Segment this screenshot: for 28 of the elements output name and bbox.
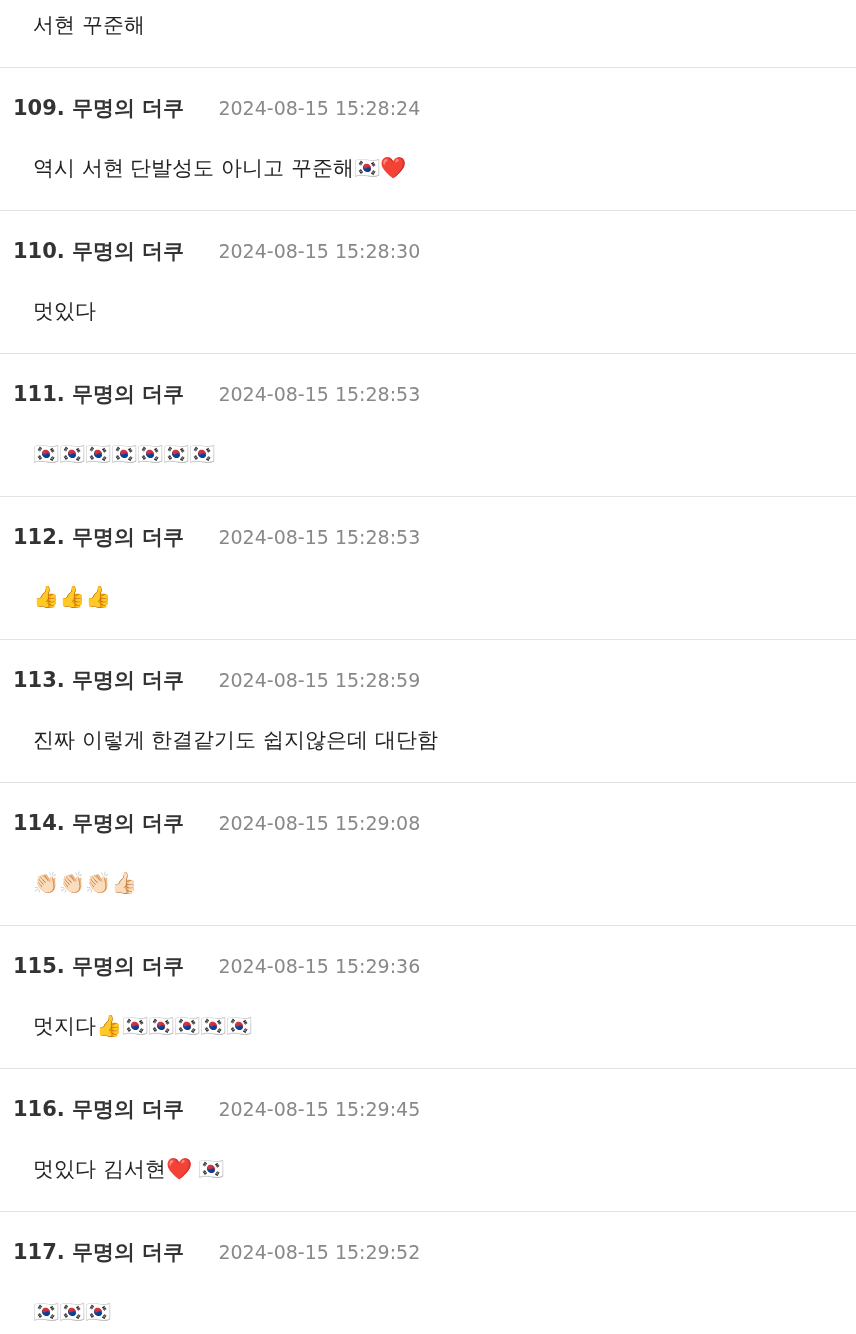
comment-text: 🇰🇷🇰🇷🇰🇷 (32, 1299, 112, 1326)
comment-author: 109. 무명의 더쿠 (13, 95, 185, 122)
comment-time: 2024-08-15 15:29:45 (218, 1098, 421, 1120)
comment-author: 111. 무명의 더쿠 (13, 381, 185, 408)
comment-author: 114. 무명의 더쿠 (13, 810, 185, 837)
comment-time: 2024-08-15 15:29:08 (218, 812, 421, 834)
comment-text: 멋지다👍🇰🇷🇰🇷🇰🇷🇰🇷🇰🇷 (32, 1013, 253, 1040)
comment-text: 멋있다 김서현❤ 🇰🇷 (32, 1156, 226, 1183)
comment-author: 115. 무명의 더쿠 (13, 953, 185, 980)
comment-text: 🇰🇷🇰🇷🇰🇷🇰🇷🇰🇷🇰🇷🇰🇷 (32, 441, 216, 468)
comment-time: 2024-08-15 15:28:59 (218, 669, 421, 691)
comment-text: 👍👍👍 (32, 584, 112, 611)
comment-text: 멋있다 (32, 298, 97, 325)
comment-time: 2024-08-15 15:28:53 (218, 383, 421, 405)
comment-author: 113. 무명의 더쿠 (13, 667, 185, 694)
comment-author: 110. 무명의 더쿠 (13, 238, 185, 265)
comment-time: 2024-08-15 15:28:24 (218, 97, 421, 119)
comment-time: 2024-08-15 15:29:52 (218, 1241, 421, 1263)
comment-author: 112. 무명의 더쿠 (13, 524, 185, 551)
comment-text: 진짜 이렇게 한결같기도 쉽지않은데 대단함 (32, 727, 439, 754)
comment-time: 2024-08-15 15:29:36 (218, 955, 421, 977)
comment-time: 2024-08-15 15:28:53 (218, 526, 421, 548)
comment-text: 서현 꾸준해 (32, 12, 146, 39)
comment-author: 116. 무명의 더쿠 (13, 1096, 185, 1123)
comment-text: 역시 서현 단발성도 아니고 꾸준해🇰🇷❤ (32, 155, 407, 182)
comment-text: 👏🏻👏🏻👏🏻👍🏻 (32, 870, 138, 897)
comment-author: 117. 무명의 더쿠 (13, 1239, 185, 1266)
comment-time: 2024-08-15 15:28:30 (218, 240, 421, 262)
